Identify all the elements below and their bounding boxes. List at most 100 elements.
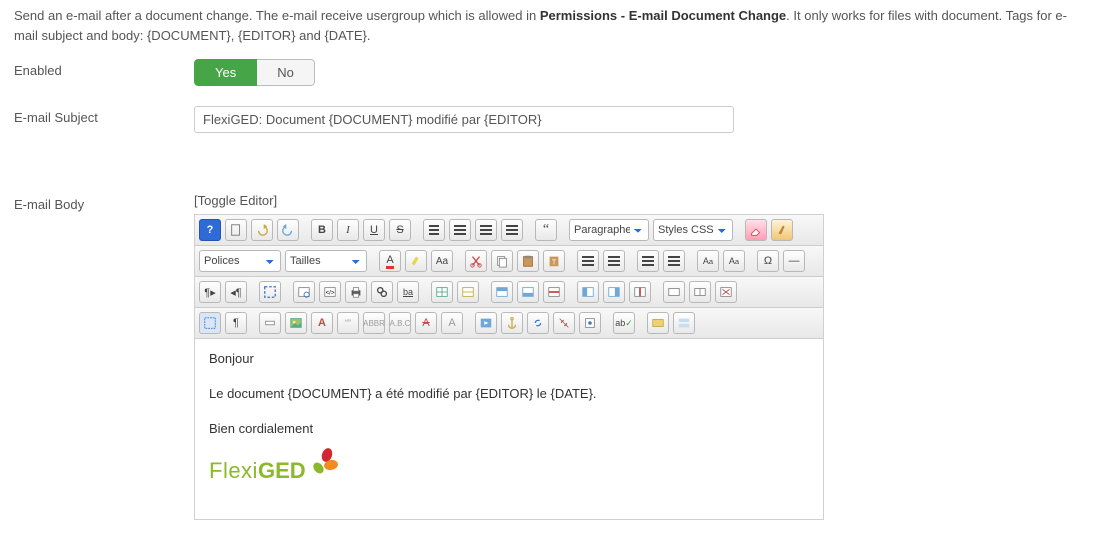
copy-icon[interactable] bbox=[491, 250, 513, 272]
row-subject: E-mail Subject bbox=[14, 106, 1090, 133]
help-icon[interactable]: ? bbox=[199, 219, 221, 241]
styles-select[interactable]: Styles CSS bbox=[653, 219, 733, 241]
source-icon[interactable]: </> bbox=[319, 281, 341, 303]
table-props-icon[interactable] bbox=[457, 281, 479, 303]
cleanup-icon[interactable] bbox=[771, 219, 793, 241]
col-before-icon[interactable] bbox=[577, 281, 599, 303]
backcolor-icon[interactable] bbox=[405, 250, 427, 272]
textcolor2-icon[interactable]: A bbox=[311, 312, 333, 334]
replace-icon[interactable]: ba bbox=[397, 281, 419, 303]
link-icon[interactable] bbox=[527, 312, 549, 334]
readmore-icon[interactable] bbox=[647, 312, 669, 334]
body-signoff: Bien cordialement bbox=[209, 419, 809, 440]
table-delete-icon[interactable] bbox=[715, 281, 737, 303]
case-icon[interactable]: Aa bbox=[431, 250, 453, 272]
logo-flexi: Flexi bbox=[209, 453, 258, 488]
logo-petals-icon bbox=[308, 446, 338, 476]
blockquote-icon[interactable]: “ bbox=[535, 219, 557, 241]
toolbar-row-4: ¶ A “” ABBR A.B.C A A ab✓ bbox=[195, 308, 823, 339]
toolbar-row-3: ¶▸ ◂¶ </> ba bbox=[195, 277, 823, 308]
row-delete-icon[interactable] bbox=[543, 281, 565, 303]
toolbar-row-1: ? B I U S “ Paragraphe Styles CSS bbox=[195, 215, 823, 246]
align-right-icon[interactable] bbox=[475, 219, 497, 241]
enabled-toggle: Yes No bbox=[194, 59, 315, 86]
preview-icon[interactable] bbox=[293, 281, 315, 303]
cut-icon[interactable] bbox=[465, 250, 487, 272]
charmap-icon[interactable]: Ω bbox=[757, 250, 779, 272]
print-icon[interactable] bbox=[345, 281, 367, 303]
flexiged-logo: FlexiGED bbox=[209, 453, 338, 488]
find-icon[interactable] bbox=[371, 281, 393, 303]
svg-text:</>: </> bbox=[326, 290, 335, 297]
rtl-icon[interactable]: ◂¶ bbox=[225, 281, 247, 303]
row-enabled: Enabled Yes No bbox=[14, 59, 1090, 86]
number-list-icon[interactable] bbox=[663, 250, 685, 272]
strike-button[interactable]: S bbox=[389, 219, 411, 241]
body-message: Le document {DOCUMENT} a été modifié par… bbox=[209, 384, 809, 405]
image-icon[interactable] bbox=[285, 312, 307, 334]
enabled-yes-button[interactable]: Yes bbox=[194, 59, 257, 86]
body-greeting: Bonjour bbox=[209, 349, 809, 370]
bullet-list-icon[interactable] bbox=[637, 250, 659, 272]
size-select[interactable]: Tailles bbox=[285, 250, 367, 272]
toolbar-row-2: Polices Tailles A Aa T Aa Aa bbox=[195, 246, 823, 277]
align-center-icon[interactable] bbox=[449, 219, 471, 241]
nbsp-icon[interactable] bbox=[259, 312, 281, 334]
show-blocks-icon[interactable] bbox=[199, 312, 221, 334]
superscript-icon[interactable]: Aa bbox=[723, 250, 745, 272]
col-delete-icon[interactable] bbox=[629, 281, 651, 303]
visualchars-icon[interactable]: ¶ bbox=[225, 312, 247, 334]
italic-button[interactable]: I bbox=[337, 219, 359, 241]
svg-text:T: T bbox=[552, 260, 557, 267]
enabled-no-button[interactable]: No bbox=[257, 59, 315, 86]
split-cells-icon[interactable] bbox=[689, 281, 711, 303]
bold-button[interactable]: B bbox=[311, 219, 333, 241]
indent-icon[interactable] bbox=[603, 250, 625, 272]
paste-text-icon[interactable]: T bbox=[543, 250, 565, 272]
outdent-icon[interactable] bbox=[577, 250, 599, 272]
abbr-icon[interactable]: ABBR bbox=[363, 312, 385, 334]
ins-icon[interactable]: A bbox=[441, 312, 463, 334]
row-after-icon[interactable] bbox=[517, 281, 539, 303]
desc-pre: Send an e-mail after a document change. … bbox=[14, 8, 540, 23]
desc-bold: Permissions - E-mail Document Change bbox=[540, 8, 786, 23]
align-justify-icon[interactable] bbox=[501, 219, 523, 241]
label-body: E-mail Body bbox=[14, 193, 194, 212]
new-doc-icon[interactable] bbox=[225, 219, 247, 241]
spellcheck-icon[interactable]: ab✓ bbox=[613, 312, 635, 334]
toggle-editor-link[interactable]: [Toggle Editor] bbox=[194, 193, 277, 208]
ltr-icon[interactable]: ¶▸ bbox=[199, 281, 221, 303]
rich-editor: ? B I U S “ Paragraphe Styles CSS bbox=[194, 214, 824, 520]
col-after-icon[interactable] bbox=[603, 281, 625, 303]
del-icon[interactable]: A bbox=[415, 312, 437, 334]
logo-ged: GED bbox=[258, 453, 306, 488]
align-left-icon[interactable] bbox=[423, 219, 445, 241]
forecolor-icon[interactable]: A bbox=[379, 250, 401, 272]
unlink-icon[interactable] bbox=[553, 312, 575, 334]
attach-icon[interactable] bbox=[579, 312, 601, 334]
subscript-icon[interactable]: Aa bbox=[697, 250, 719, 272]
merge-cells-icon[interactable] bbox=[663, 281, 685, 303]
underline-button[interactable]: U bbox=[363, 219, 385, 241]
label-subject: E-mail Subject bbox=[14, 106, 194, 125]
quote-icon[interactable]: “” bbox=[337, 312, 359, 334]
hr-icon[interactable]: — bbox=[783, 250, 805, 272]
label-enabled: Enabled bbox=[14, 59, 194, 78]
redo-icon[interactable] bbox=[277, 219, 299, 241]
pagebreak-icon[interactable] bbox=[673, 312, 695, 334]
paste-icon[interactable] bbox=[517, 250, 539, 272]
editor-content[interactable]: Bonjour Le document {DOCUMENT} a été mod… bbox=[195, 339, 823, 519]
subject-input[interactable] bbox=[194, 106, 734, 133]
anchor-icon[interactable] bbox=[501, 312, 523, 334]
table-icon[interactable] bbox=[431, 281, 453, 303]
row-body: E-mail Body [Toggle Editor] ? B I U S bbox=[14, 193, 1090, 520]
undo-icon[interactable] bbox=[251, 219, 273, 241]
font-select[interactable]: Polices bbox=[199, 250, 281, 272]
paragraph-select[interactable]: Paragraphe bbox=[569, 219, 649, 241]
acronym-icon[interactable]: A.B.C bbox=[389, 312, 411, 334]
media-icon[interactable] bbox=[475, 312, 497, 334]
eraser-icon[interactable] bbox=[745, 219, 767, 241]
field-description: Send an e-mail after a document change. … bbox=[14, 6, 1090, 45]
row-before-icon[interactable] bbox=[491, 281, 513, 303]
fullscreen-icon[interactable] bbox=[259, 281, 281, 303]
